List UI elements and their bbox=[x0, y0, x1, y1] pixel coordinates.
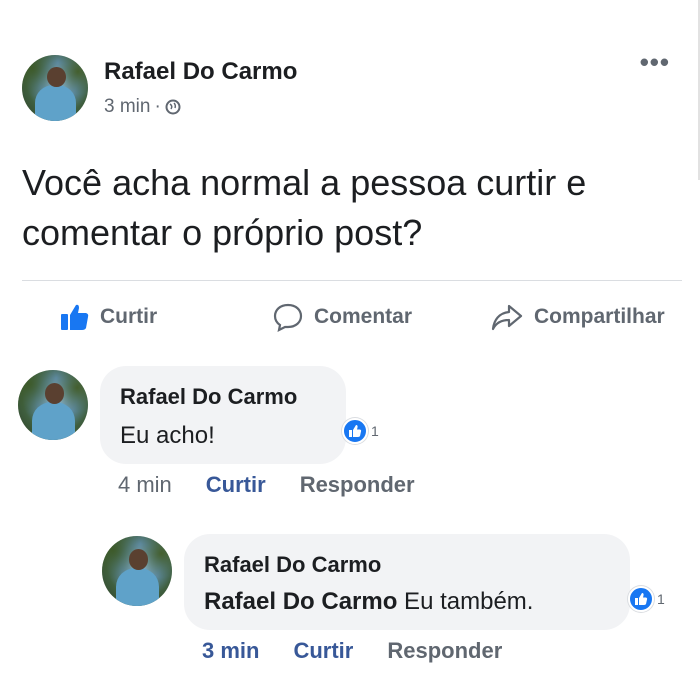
avatar[interactable] bbox=[22, 55, 88, 121]
comment-author-name[interactable]: Rafael Do Carmo bbox=[120, 384, 297, 410]
meta-separator: · bbox=[154, 96, 161, 117]
reaction-count[interactable]: 1 bbox=[342, 418, 379, 444]
comment-button[interactable]: Comentar bbox=[272, 292, 412, 342]
reaction-count[interactable]: 1 bbox=[628, 586, 665, 612]
reply-mention-tag[interactable]: Rafael Do Carmo bbox=[204, 588, 397, 615]
post-author-name[interactable]: Rafael Do Carmo bbox=[104, 58, 297, 86]
comment-text: Eu acho! bbox=[120, 422, 215, 449]
divider bbox=[22, 280, 682, 281]
globe-icon bbox=[165, 99, 181, 115]
post-meta: 3 min · bbox=[104, 96, 181, 118]
more-options-button[interactable]: ••• bbox=[640, 49, 670, 75]
share-arrow-icon bbox=[490, 302, 524, 332]
speech-bubble-icon bbox=[272, 302, 304, 332]
reaction-number: 1 bbox=[657, 591, 665, 607]
share-label: Compartilhar bbox=[534, 305, 665, 328]
post-action-bar: Curtir Comentar Compartilhar bbox=[22, 292, 682, 342]
comment-reply-link[interactable]: Responder bbox=[300, 472, 415, 498]
reply-text: Rafael Do Carmo Eu também. bbox=[204, 588, 533, 616]
reply-author-name[interactable]: Rafael Do Carmo bbox=[204, 552, 381, 578]
scrollbar[interactable] bbox=[692, 0, 700, 180]
reply-body-text: Eu também. bbox=[397, 588, 534, 615]
post-text: Você acha normal a pessoa curtir e comen… bbox=[22, 162, 587, 253]
comment-time[interactable]: 4 min bbox=[118, 472, 172, 498]
comments-section: Rafael Do Carmo Eu acho! 1 4 min Curtir … bbox=[0, 352, 700, 700]
avatar-head bbox=[47, 66, 66, 87]
like-label: Curtir bbox=[100, 305, 158, 328]
avatar-head bbox=[44, 382, 65, 404]
comment-actions: 4 min Curtir Responder bbox=[118, 472, 415, 498]
comment-avatar[interactable] bbox=[18, 370, 88, 440]
like-reaction-icon bbox=[628, 586, 654, 612]
reply-like-link[interactable]: Curtir bbox=[293, 638, 353, 664]
reply-actions: 3 min Curtir Responder bbox=[202, 638, 502, 664]
share-button[interactable]: Compartilhar bbox=[490, 292, 665, 342]
reply-time[interactable]: 3 min bbox=[202, 638, 259, 664]
reaction-number: 1 bbox=[371, 423, 379, 439]
post-time[interactable]: 3 min bbox=[104, 96, 150, 118]
like-button[interactable]: Curtir bbox=[60, 292, 157, 342]
reply-avatar[interactable] bbox=[102, 536, 172, 606]
avatar-head bbox=[128, 548, 149, 570]
thumbs-up-icon bbox=[60, 303, 90, 331]
avatar-figure bbox=[116, 567, 160, 606]
reply-reply-link[interactable]: Responder bbox=[387, 638, 502, 664]
like-reaction-icon bbox=[342, 418, 368, 444]
avatar-figure bbox=[35, 84, 77, 121]
reply-bubble[interactable]: Rafael Do Carmo Rafael Do Carmo Eu també… bbox=[184, 534, 630, 630]
avatar-figure bbox=[32, 401, 76, 440]
post-header: Rafael Do Carmo 3 min · ••• bbox=[22, 49, 682, 132]
comment-like-link[interactable]: Curtir bbox=[206, 472, 266, 498]
comment-label: Comentar bbox=[314, 305, 413, 328]
comment-bubble[interactable]: Rafael Do Carmo Eu acho! bbox=[100, 366, 346, 464]
